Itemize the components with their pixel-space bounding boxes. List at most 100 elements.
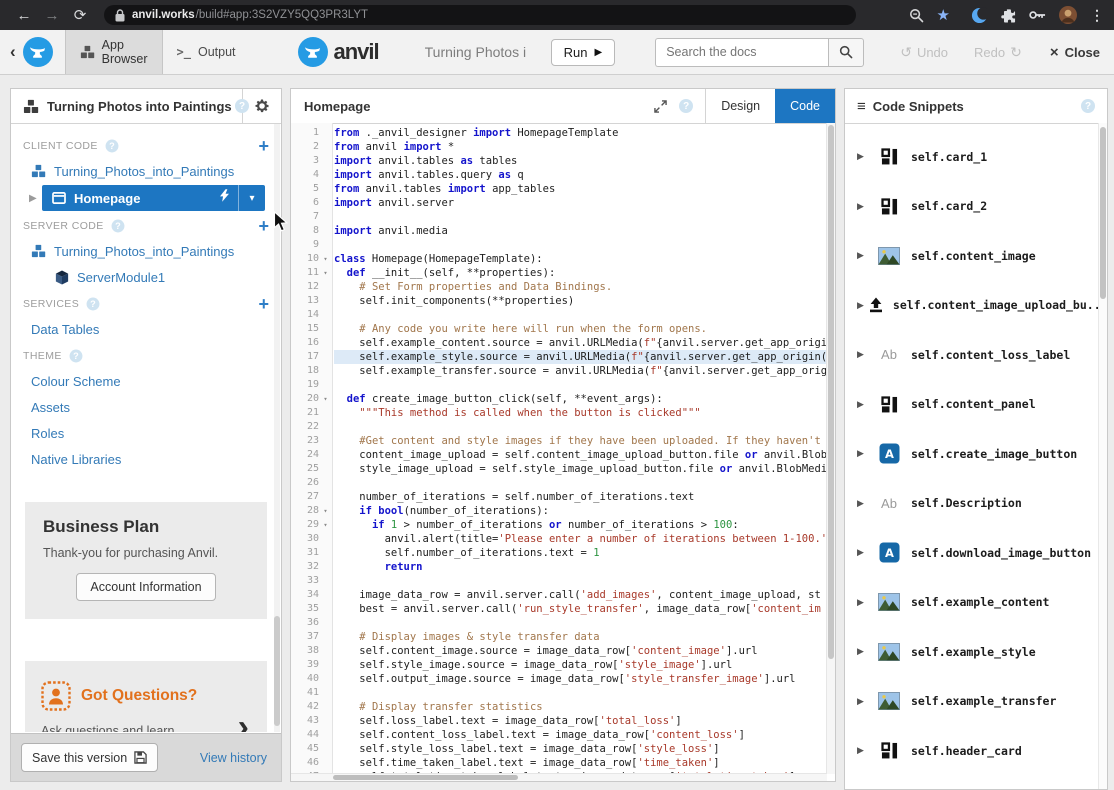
code-line-1[interactable]: from ._anvil_designer import HomepageTem… bbox=[334, 126, 827, 140]
password-key-icon[interactable] bbox=[1029, 10, 1046, 20]
code-line-22[interactable] bbox=[334, 420, 827, 434]
gutter-line-28[interactable]: 28▾ bbox=[291, 504, 332, 518]
expand-chevron-icon[interactable]: ▶ bbox=[857, 399, 872, 410]
anvil-logo-small[interactable] bbox=[23, 37, 53, 67]
expand-chevron-icon[interactable]: ▶ bbox=[857, 597, 872, 608]
code-line-30[interactable]: anvil.alert(title='Please enter a number… bbox=[334, 532, 827, 546]
tree-item-roles[interactable]: Roles bbox=[11, 420, 281, 446]
code-line-18[interactable]: self.example_transfer.source = anvil.URL… bbox=[334, 364, 827, 378]
code-line-8[interactable]: import anvil.media bbox=[334, 224, 827, 238]
code-line-9[interactable] bbox=[334, 238, 827, 252]
code-line-34[interactable]: image_data_row = anvil.server.call('add_… bbox=[334, 588, 827, 602]
code-line-33[interactable] bbox=[334, 574, 827, 588]
account-information-button[interactable]: Account Information bbox=[76, 573, 215, 601]
code-line-20[interactable]: def create_image_button_click(self, **ev… bbox=[334, 392, 827, 406]
expand-chevron-icon[interactable]: ▶ bbox=[857, 201, 872, 212]
editor-help-icon[interactable]: ? bbox=[679, 99, 693, 113]
add-button[interactable]: + bbox=[258, 295, 269, 313]
code-line-5[interactable]: from anvil.tables import app_tables bbox=[334, 182, 827, 196]
project-help-icon[interactable]: ? bbox=[235, 99, 249, 113]
fold-arrow-icon[interactable]: ▾ bbox=[319, 266, 332, 280]
code-line-36[interactable] bbox=[334, 616, 827, 630]
expand-chevron-icon[interactable]: ▶ bbox=[857, 498, 872, 509]
forward-icon[interactable]: → bbox=[38, 7, 66, 24]
close-button[interactable]: × Close bbox=[1050, 44, 1100, 61]
search-docs-input[interactable] bbox=[655, 38, 828, 67]
zoom-search-icon[interactable] bbox=[909, 8, 924, 23]
expand-icon[interactable] bbox=[654, 100, 667, 113]
snippet-row-selfcontent_panel[interactable]: ▶ self.content_panel bbox=[845, 380, 1099, 430]
back-icon[interactable]: ← bbox=[10, 7, 38, 24]
expand-chevron-icon[interactable]: ▶ bbox=[857, 349, 872, 360]
snippet-row-selfcontent_image[interactable]: ▶ self.content_image bbox=[845, 231, 1099, 281]
code-line-16[interactable]: self.example_content.source = anvil.URLM… bbox=[334, 336, 827, 350]
expand-chevron-icon[interactable]: ▶ bbox=[857, 547, 872, 558]
code-line-32[interactable]: return bbox=[334, 560, 827, 574]
code-line-31[interactable]: self.number_of_iterations.text = 1 bbox=[334, 546, 827, 560]
url-bar[interactable]: anvil.works/build#app:3S2VZY5QQ3PR3LYT bbox=[104, 5, 856, 25]
code-line-45[interactable]: self.style_loss_label.text = image_data_… bbox=[334, 742, 827, 756]
code-line-23[interactable]: #Get content and style images if they ha… bbox=[334, 434, 827, 448]
code-line-37[interactable]: # Display images & style transfer data bbox=[334, 630, 827, 644]
code-line-15[interactable]: # Any code you write here will run when … bbox=[334, 322, 827, 336]
snippet-row-selfcard_1[interactable]: ▶ self.card_1 bbox=[845, 132, 1099, 182]
code-line-46[interactable]: self.time_taken_label.text = image_data_… bbox=[334, 756, 827, 770]
expand-chevron-icon[interactable]: ▶ bbox=[29, 193, 42, 204]
code-line-39[interactable]: self.style_image.source = image_data_row… bbox=[334, 658, 827, 672]
search-docs-button[interactable] bbox=[828, 38, 864, 67]
code-line-24[interactable]: content_image_upload = self.content_imag… bbox=[334, 448, 827, 462]
expand-chevron-icon[interactable]: ▶ bbox=[857, 300, 864, 311]
snippet-row-selfexample_content[interactable]: ▶ self.example_content bbox=[845, 578, 1099, 628]
tree-item-colour-scheme[interactable]: Colour Scheme bbox=[11, 368, 281, 394]
snippet-row-selfcontent_image_upload_bu[interactable]: ▶ self.content_image_upload_bu... bbox=[845, 281, 1099, 331]
gutter-line-20[interactable]: 20▾ bbox=[291, 392, 332, 406]
help-icon[interactable]: ? bbox=[69, 350, 82, 363]
expand-chevron-icon[interactable]: ▶ bbox=[857, 250, 872, 261]
snippets-scrollbar[interactable] bbox=[1098, 123, 1107, 789]
fold-arrow-icon[interactable]: ▾ bbox=[319, 392, 332, 406]
tree-item-native-libraries[interactable]: Native Libraries bbox=[11, 446, 281, 472]
fold-arrow-icon[interactable]: ▾ bbox=[319, 504, 332, 518]
view-history-link[interactable]: View history bbox=[200, 751, 271, 765]
add-button[interactable]: + bbox=[258, 217, 269, 235]
help-icon[interactable]: ? bbox=[87, 298, 100, 311]
redo-button[interactable]: Redo ↻ bbox=[974, 44, 1022, 61]
sidebar-scrollbar[interactable] bbox=[274, 124, 280, 732]
help-icon[interactable]: ? bbox=[105, 140, 118, 153]
gutter-line-10[interactable]: 10▾ bbox=[291, 252, 332, 266]
bookmark-star-icon[interactable]: ★ bbox=[937, 6, 950, 24]
code-line-27[interactable]: number_of_iterations = self.number_of_it… bbox=[334, 490, 827, 504]
snippets-help-icon[interactable]: ? bbox=[1081, 99, 1095, 113]
tab-design[interactable]: Design bbox=[705, 89, 775, 123]
snippet-row-selfcard_2[interactable]: ▶ self.card_2 bbox=[845, 182, 1099, 232]
profile-avatar[interactable] bbox=[1059, 6, 1077, 24]
code-line-29[interactable]: if 1 > number_of_iterations or number_of… bbox=[334, 518, 827, 532]
code-editor[interactable]: 12345678910▾11▾121314151617181920▾212223… bbox=[291, 123, 835, 781]
code-line-13[interactable]: self.init_components(**properties) bbox=[334, 294, 827, 308]
form-menu-caret[interactable]: ▾ bbox=[238, 185, 265, 211]
add-button[interactable]: + bbox=[258, 137, 269, 155]
code-line-17[interactable]: self.example_style.source = anvil.URLMed… bbox=[334, 350, 827, 364]
code-line-19[interactable] bbox=[334, 378, 827, 392]
undo-button[interactable]: ↺ Undo bbox=[900, 44, 948, 61]
editor-horizontal-scrollbar[interactable] bbox=[291, 773, 827, 781]
snippet-row-selfDescription[interactable]: ▶ Ab self.Description bbox=[845, 479, 1099, 529]
code-line-7[interactable] bbox=[334, 210, 827, 224]
run-button[interactable]: Run ▶ bbox=[551, 39, 616, 66]
tab-output[interactable]: >_ Output bbox=[163, 30, 250, 74]
gutter-line-11[interactable]: 11▾ bbox=[291, 266, 332, 280]
code-line-2[interactable]: from anvil import * bbox=[334, 140, 827, 154]
snippet-row-selfheader_card[interactable]: ▶ self.header_card bbox=[845, 726, 1099, 776]
snippet-row-selfdownload_image_button[interactable]: ▶ A self.download_image_button bbox=[845, 528, 1099, 578]
code-line-11[interactable]: def __init__(self, **properties): bbox=[334, 266, 827, 280]
tree-item-data-tables[interactable]: Data Tables bbox=[11, 316, 281, 342]
save-version-button[interactable]: Save this version bbox=[21, 743, 158, 772]
code-line-10[interactable]: class Homepage(HomepageTemplate): bbox=[334, 252, 827, 266]
extensions-puzzle-icon[interactable] bbox=[1001, 8, 1016, 23]
selected-form-row[interactable]: Homepage ▾ bbox=[42, 185, 265, 211]
editor-vertical-scrollbar[interactable] bbox=[826, 123, 835, 774]
chrome-menu-icon[interactable]: ⋮ bbox=[1090, 7, 1104, 24]
expand-chevron-icon[interactable]: ▶ bbox=[857, 151, 872, 162]
snippet-row-selfcontent_loss_label[interactable]: ▶ Ab self.content_loss_label bbox=[845, 330, 1099, 380]
expand-chevron-icon[interactable]: ▶ bbox=[857, 696, 872, 707]
